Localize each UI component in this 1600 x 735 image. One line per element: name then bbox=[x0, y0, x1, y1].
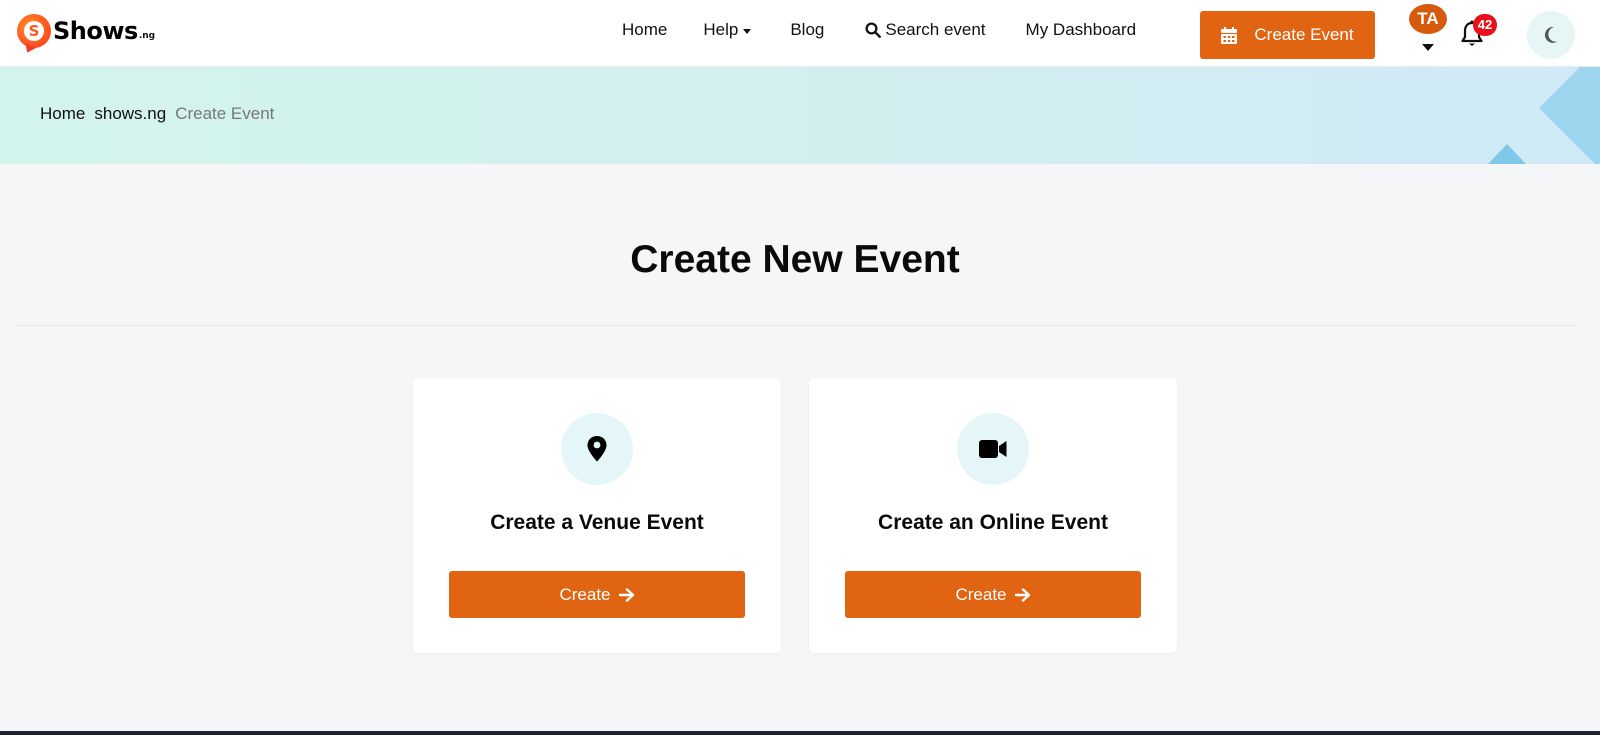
theme-toggle-button[interactable] bbox=[1527, 11, 1575, 59]
online-event-title: Create an Online Event bbox=[878, 511, 1108, 534]
brand-tld: .ng bbox=[138, 31, 156, 41]
top-navbar: S Shows .ng Home Help Blog Search event … bbox=[0, 0, 1600, 67]
main-nav: Home Help Blog Search event My Dashboard bbox=[622, 20, 1136, 40]
footer-edge bbox=[0, 731, 1600, 735]
nav-home-label: Home bbox=[622, 20, 668, 39]
logo-letter: S bbox=[24, 21, 44, 41]
search-icon bbox=[865, 22, 882, 38]
nav-my-dashboard[interactable]: My Dashboard bbox=[1026, 20, 1137, 40]
decorative-diamond bbox=[1539, 67, 1600, 164]
caret-down-icon bbox=[1422, 44, 1434, 51]
venue-event-card: Create a Venue Event Create bbox=[413, 378, 781, 653]
moon-icon bbox=[1544, 26, 1558, 43]
arrow-right-icon bbox=[618, 587, 634, 602]
breadcrumb-banner: Home shows.ng Create Event bbox=[0, 67, 1600, 164]
nav-search-event[interactable]: Search event bbox=[864, 20, 986, 40]
create-venue-event-button[interactable]: Create bbox=[449, 571, 745, 618]
create-event-button[interactable]: Create Event bbox=[1200, 11, 1375, 59]
create-online-event-button[interactable]: Create bbox=[845, 571, 1141, 618]
nav-dashboard-label: My Dashboard bbox=[1025, 20, 1137, 39]
create-venue-label: Create bbox=[559, 584, 611, 604]
video-camera-icon bbox=[979, 440, 1007, 458]
brand-name: Shows bbox=[53, 17, 138, 45]
nav-blog[interactable]: Blog bbox=[790, 20, 824, 40]
map-pin-icon bbox=[587, 436, 607, 462]
create-event-label: Create Event bbox=[1254, 25, 1354, 44]
online-icon-badge bbox=[957, 413, 1029, 485]
nav-blog-label: Blog bbox=[790, 20, 825, 39]
notification-count-badge: 42 bbox=[1473, 14, 1497, 36]
venue-event-title: Create a Venue Event bbox=[490, 511, 704, 534]
breadcrumb-home[interactable]: Home bbox=[40, 104, 85, 124]
nav-home[interactable]: Home bbox=[622, 20, 667, 40]
logo-icon: S bbox=[17, 14, 51, 48]
nav-help-label: Help bbox=[703, 20, 739, 39]
user-menu-toggle[interactable]: TA bbox=[1409, 4, 1447, 54]
nav-search-label: Search event bbox=[885, 20, 986, 39]
breadcrumb-current: Create Event bbox=[175, 104, 275, 123]
page-title: Create New Event bbox=[630, 238, 960, 281]
breadcrumb: Home shows.ng Create Event bbox=[40, 104, 274, 124]
create-online-label: Create bbox=[955, 584, 1007, 604]
venue-icon-badge bbox=[561, 413, 633, 485]
arrow-right-icon bbox=[1014, 587, 1030, 602]
online-event-card: Create an Online Event Create bbox=[809, 378, 1177, 653]
brand-logo[interactable]: S Shows .ng bbox=[17, 13, 155, 49]
breadcrumb-shows-ng[interactable]: shows.ng bbox=[94, 104, 166, 124]
decorative-triangle bbox=[1488, 144, 1526, 164]
avatar: TA bbox=[1409, 4, 1447, 34]
nav-help-dropdown[interactable]: Help bbox=[703, 20, 752, 40]
notifications-button[interactable]: 42 bbox=[1460, 14, 1504, 54]
calendar-icon bbox=[1221, 26, 1238, 44]
section-divider bbox=[16, 325, 1576, 326]
caret-down-icon bbox=[743, 28, 752, 34]
